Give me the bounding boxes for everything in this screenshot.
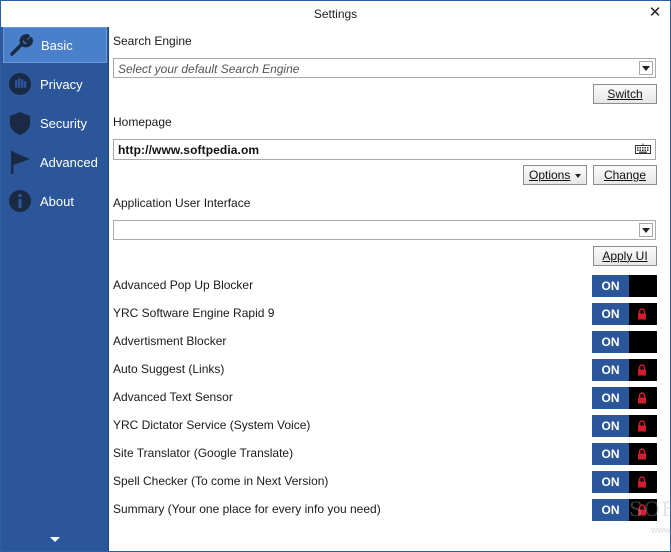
sidebar-item-advanced[interactable]: Advanced [3,144,107,180]
sidebar-item-basic[interactable]: Basic [3,27,107,63]
toggle-state: ON [592,443,629,465]
lock-icon [638,448,646,460]
toggle-switch[interactable]: ON [592,303,657,325]
toggle-state: ON [592,331,629,353]
sidebar-item-privacy[interactable]: Privacy [3,66,107,102]
sidebar-item-label: Security [40,115,87,131]
change-button-label: Change [603,168,647,182]
close-button[interactable]: ✕ [646,4,664,22]
app-ui-select[interactable] [113,220,656,240]
sidebar-item-label: Basic [41,37,73,53]
change-button[interactable]: Change [593,165,657,185]
title-bar: Settings ✕ [1,1,670,27]
settings-content: Search Engine Select your default Search… [109,27,671,551]
lock-icon [638,364,646,376]
scroll-down-button[interactable] [49,533,61,542]
toggle-switch[interactable]: ON [592,275,657,297]
shield-icon [3,106,37,140]
chevron-down-icon[interactable] [639,61,653,75]
sidebar-item-about[interactable]: About [3,183,107,219]
search-engine-label: Search Engine [113,34,192,48]
options-button-label: Options [529,168,571,182]
flag-icon [3,145,37,179]
app-ui-label: Application User Interface [113,196,251,210]
toggle-label: Advertisment Blocker [113,334,227,348]
toggle-label: Auto Suggest (Links) [113,362,225,376]
toggle-label: Site Translator (Google Translate) [113,446,294,460]
chevron-down-icon[interactable] [639,223,653,237]
chevron-down-icon [50,537,60,542]
toggle-label: Advanced Pop Up Blocker [113,278,254,292]
toggle-state: ON [592,415,629,437]
toggle-state: ON [592,359,629,381]
toggle-label: Summary (Your one place for every info y… [113,502,381,516]
window-title: Settings [313,7,358,21]
homepage-value: http://www.softpedia.om [118,143,260,157]
toggle-label: Advanced Text Sensor [113,390,233,404]
apply-ui-button-label: Apply UI [602,249,648,263]
search-engine-placeholder: Select your default Search Engine [118,62,300,76]
sidebar-item-label: Privacy [40,76,83,92]
keyboard-icon[interactable] [635,143,651,158]
homepage-label: Homepage [113,115,172,129]
lock-icon [638,420,646,432]
close-icon: ✕ [648,4,662,21]
toggle-state: ON [592,387,629,409]
sidebar: Basic Privacy Security Advanced About [1,27,109,551]
toggle-state: ON [592,275,629,297]
sidebar-item-label: About [40,193,74,209]
toggle-label: YRC Software Engine Rapid 9 [113,306,275,320]
apply-ui-button[interactable]: Apply UI [593,246,657,266]
toggle-state: ON [592,499,629,521]
toggle-state: ON [592,471,629,493]
options-dropdown-button[interactable]: Options [523,165,587,185]
wrench-icon [4,28,38,62]
toggle-switch[interactable]: ON [592,331,657,353]
lock-icon [638,308,646,320]
toggle-label: YRC Dictator Service (System Voice) [113,418,311,432]
settings-window: Settings ✕ Basic Privacy Security Advanc… [0,0,671,552]
lock-icon [638,392,646,404]
toggle-switch[interactable]: ON [592,415,657,437]
toggle-switch[interactable]: ON [592,387,657,409]
toggle-switch[interactable]: ON [592,471,657,493]
toggle-label: Spell Checker (To come in Next Version) [113,474,329,488]
sidebar-item-security[interactable]: Security [3,105,107,141]
lock-icon [638,476,646,488]
switch-button-label: Switch [607,87,643,101]
info-icon [3,184,37,218]
search-engine-select[interactable]: Select your default Search Engine [113,58,656,78]
hand-stop-icon [3,67,37,101]
homepage-field[interactable]: http://www.softpedia.om [113,139,656,160]
toggle-switch[interactable]: ON [592,359,657,381]
softpedia-watermark-url: www.softpedia.com [651,525,671,535]
switch-button[interactable]: Switch [593,84,657,104]
sidebar-item-label: Advanced [40,154,98,170]
caret-down-icon [575,174,581,178]
softpedia-watermark: SOFTPEDIA [629,497,671,521]
toggle-switch[interactable]: ON [592,443,657,465]
toggle-state: ON [592,303,629,325]
